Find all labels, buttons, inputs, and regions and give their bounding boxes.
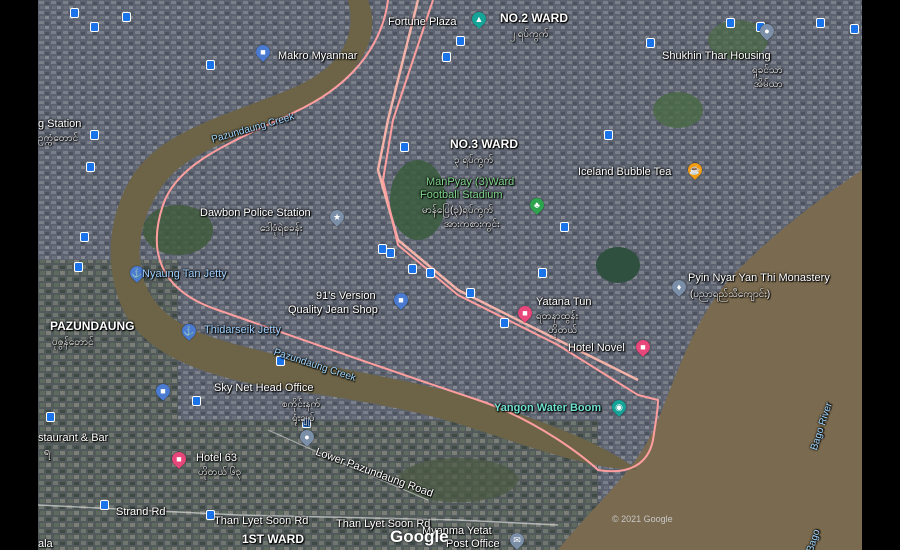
- bus-stop-icon[interactable]: [206, 60, 215, 70]
- bus-stop-icon[interactable]: [850, 24, 859, 34]
- fortune-plaza-label[interactable]: Fortune Plaza: [388, 16, 456, 29]
- bus-stop-icon[interactable]: [90, 22, 99, 32]
- manpyay-label-2[interactable]: Football Stadium: [420, 189, 503, 202]
- attraction-pin-icon[interactable]: ◉: [609, 397, 629, 417]
- dawbon-label-my: ဒေါပုံရဲစခန်း: [260, 223, 303, 234]
- shukhin-label[interactable]: Shukhin Thar Housing: [662, 50, 771, 63]
- hotel-pin-icon[interactable]: ■: [633, 337, 653, 357]
- location-pin-icon[interactable]: ●: [757, 21, 777, 41]
- no2-ward-label-my: ၂ ရပ်ကွက်: [510, 29, 549, 40]
- bus-stop-icon[interactable]: [70, 8, 79, 18]
- bus-stop-icon[interactable]: [466, 288, 475, 298]
- bus-stop-icon[interactable]: [500, 318, 509, 328]
- strand-rd-label: Strand Rd: [116, 506, 166, 518]
- hotel63-label[interactable]: Hotel 63: [196, 452, 237, 465]
- worship-pin-icon[interactable]: ♦: [669, 277, 689, 297]
- satellite-map[interactable]: ▲ ■ ● ♣ ☕ ★ ♦ ■ ■ ■ ◉ ● ■ ✉ ⚓ ⚓ ■ NO.2 W…: [38, 0, 862, 550]
- bus-stop-icon[interactable]: [74, 262, 83, 272]
- bus-stop-icon[interactable]: [386, 248, 395, 258]
- police-pin-icon[interactable]: ★: [327, 207, 347, 227]
- version-label-1[interactable]: 91's Version: [316, 290, 376, 303]
- iceland-label[interactable]: Iceland Bubble Tea: [578, 166, 671, 179]
- restaurant-label-2: ရ: [44, 446, 51, 458]
- no3-ward-label: NO.3 WARD: [450, 137, 519, 151]
- pazundaung-label: PAZUNDAUNG: [50, 319, 135, 333]
- hotel63-label-my: ဟိုတယ် ၆၃: [198, 467, 242, 478]
- bus-stop-icon[interactable]: [86, 162, 95, 172]
- thidarseik-label[interactable]: Thidarseik Jetty: [204, 324, 281, 337]
- manpyay-label-my1: မာန်ပြေ(၃)ရပ်ကွက်: [422, 205, 494, 216]
- skynet-label-my1: စကိုင်းနက်: [282, 399, 321, 410]
- copyright-text: © 2021 Google: [612, 514, 673, 524]
- bus-stop-icon[interactable]: [560, 222, 569, 232]
- first-ward-label: 1ST WARD: [242, 532, 305, 546]
- yatana-label[interactable]: Yatana Tun: [536, 296, 591, 309]
- jetty-pin-icon[interactable]: ⚓: [179, 321, 199, 341]
- shukhin-label-my1: ရှုခင်သာ: [752, 65, 783, 76]
- bus-stop-icon[interactable]: [408, 264, 417, 274]
- pyin-nyar-label-1[interactable]: Pyin Nyar Yan Thi Monastery: [688, 272, 830, 285]
- bus-stop-icon[interactable]: [192, 396, 201, 406]
- manpyay-label-my2: အားကစားကွင်း: [444, 219, 500, 230]
- shopping-pin-icon[interactable]: ■: [391, 290, 411, 310]
- shopping-pin-icon[interactable]: ■: [253, 42, 273, 62]
- no3-ward-label-my: ၃ ရပ်ကွက်: [454, 155, 494, 166]
- bus-stop-icon[interactable]: [400, 142, 409, 152]
- bus-stop-icon[interactable]: [100, 500, 109, 510]
- bus-stop-icon[interactable]: [426, 268, 435, 278]
- than-lyet-label-1: Than Lyet Soon Rd: [214, 515, 309, 527]
- bus-stop-icon[interactable]: [90, 130, 99, 140]
- yatana-label-my2: ဟိုတယ်: [548, 325, 578, 336]
- station-label-my: ဥက္ကံတောင်: [38, 133, 79, 144]
- no2-ward-label: NO.2 WARD: [500, 11, 569, 25]
- food-pin-icon[interactable]: ☕: [685, 160, 705, 180]
- dawbon-label[interactable]: Dawbon Police Station: [200, 207, 311, 220]
- bus-stop-icon[interactable]: [122, 12, 131, 22]
- location-pin-icon[interactable]: ●: [297, 427, 317, 447]
- version-label-2[interactable]: Quality Jean Shop: [288, 304, 378, 317]
- pazundaung-label-my: ပုဇွန်တောင်: [52, 337, 94, 348]
- bus-stop-icon[interactable]: [816, 18, 825, 28]
- shukhin-label-my2: အိမ်ယာ: [754, 79, 783, 90]
- post-office-pin-icon[interactable]: ✉: [507, 530, 527, 550]
- shopping-pin-icon[interactable]: ▲: [469, 9, 489, 29]
- pyin-nyar-label-2: (ပညာရည်သီကျောင်း): [690, 289, 771, 300]
- yangon-water-label[interactable]: Yangon Water Boom: [494, 402, 601, 415]
- restaurant-label-1[interactable]: staurant & Bar: [38, 432, 108, 445]
- bus-stop-icon[interactable]: [442, 52, 451, 62]
- ala-label: ala: [38, 538, 53, 550]
- makro-label[interactable]: Makro Myanmar: [278, 50, 357, 63]
- bus-stop-icon[interactable]: [604, 130, 613, 140]
- skynet-label[interactable]: Sky Net Head Office: [214, 382, 313, 395]
- bus-stop-icon[interactable]: [456, 36, 465, 46]
- transit-pin-icon[interactable]: ■: [153, 381, 173, 401]
- hotel-pin-icon[interactable]: ■: [169, 449, 189, 469]
- park-pin-icon[interactable]: ♣: [527, 195, 547, 215]
- nyaung-tan-label[interactable]: Nyaung Tan Jetty: [142, 268, 227, 281]
- google-logo: Google: [390, 527, 449, 546]
- skynet-label-my2: ရုံးချုပ်: [292, 413, 315, 424]
- manpyay-label-1[interactable]: ManPyay (3)Ward: [426, 176, 514, 189]
- bus-stop-icon[interactable]: [726, 18, 735, 28]
- myanma-yetat-label-2[interactable]: Post Office: [446, 538, 500, 550]
- bus-stop-icon[interactable]: [80, 232, 89, 242]
- bus-stop-icon[interactable]: [46, 412, 55, 422]
- yatana-label-my1: ရတနာထွန်း: [536, 311, 579, 322]
- bus-stop-icon[interactable]: [538, 268, 547, 278]
- station-label[interactable]: g Station: [38, 118, 81, 131]
- hotel-novel-label[interactable]: Hotel Novel: [568, 342, 625, 355]
- hotel-pin-icon[interactable]: ■: [515, 303, 535, 323]
- bus-stop-icon[interactable]: [646, 38, 655, 48]
